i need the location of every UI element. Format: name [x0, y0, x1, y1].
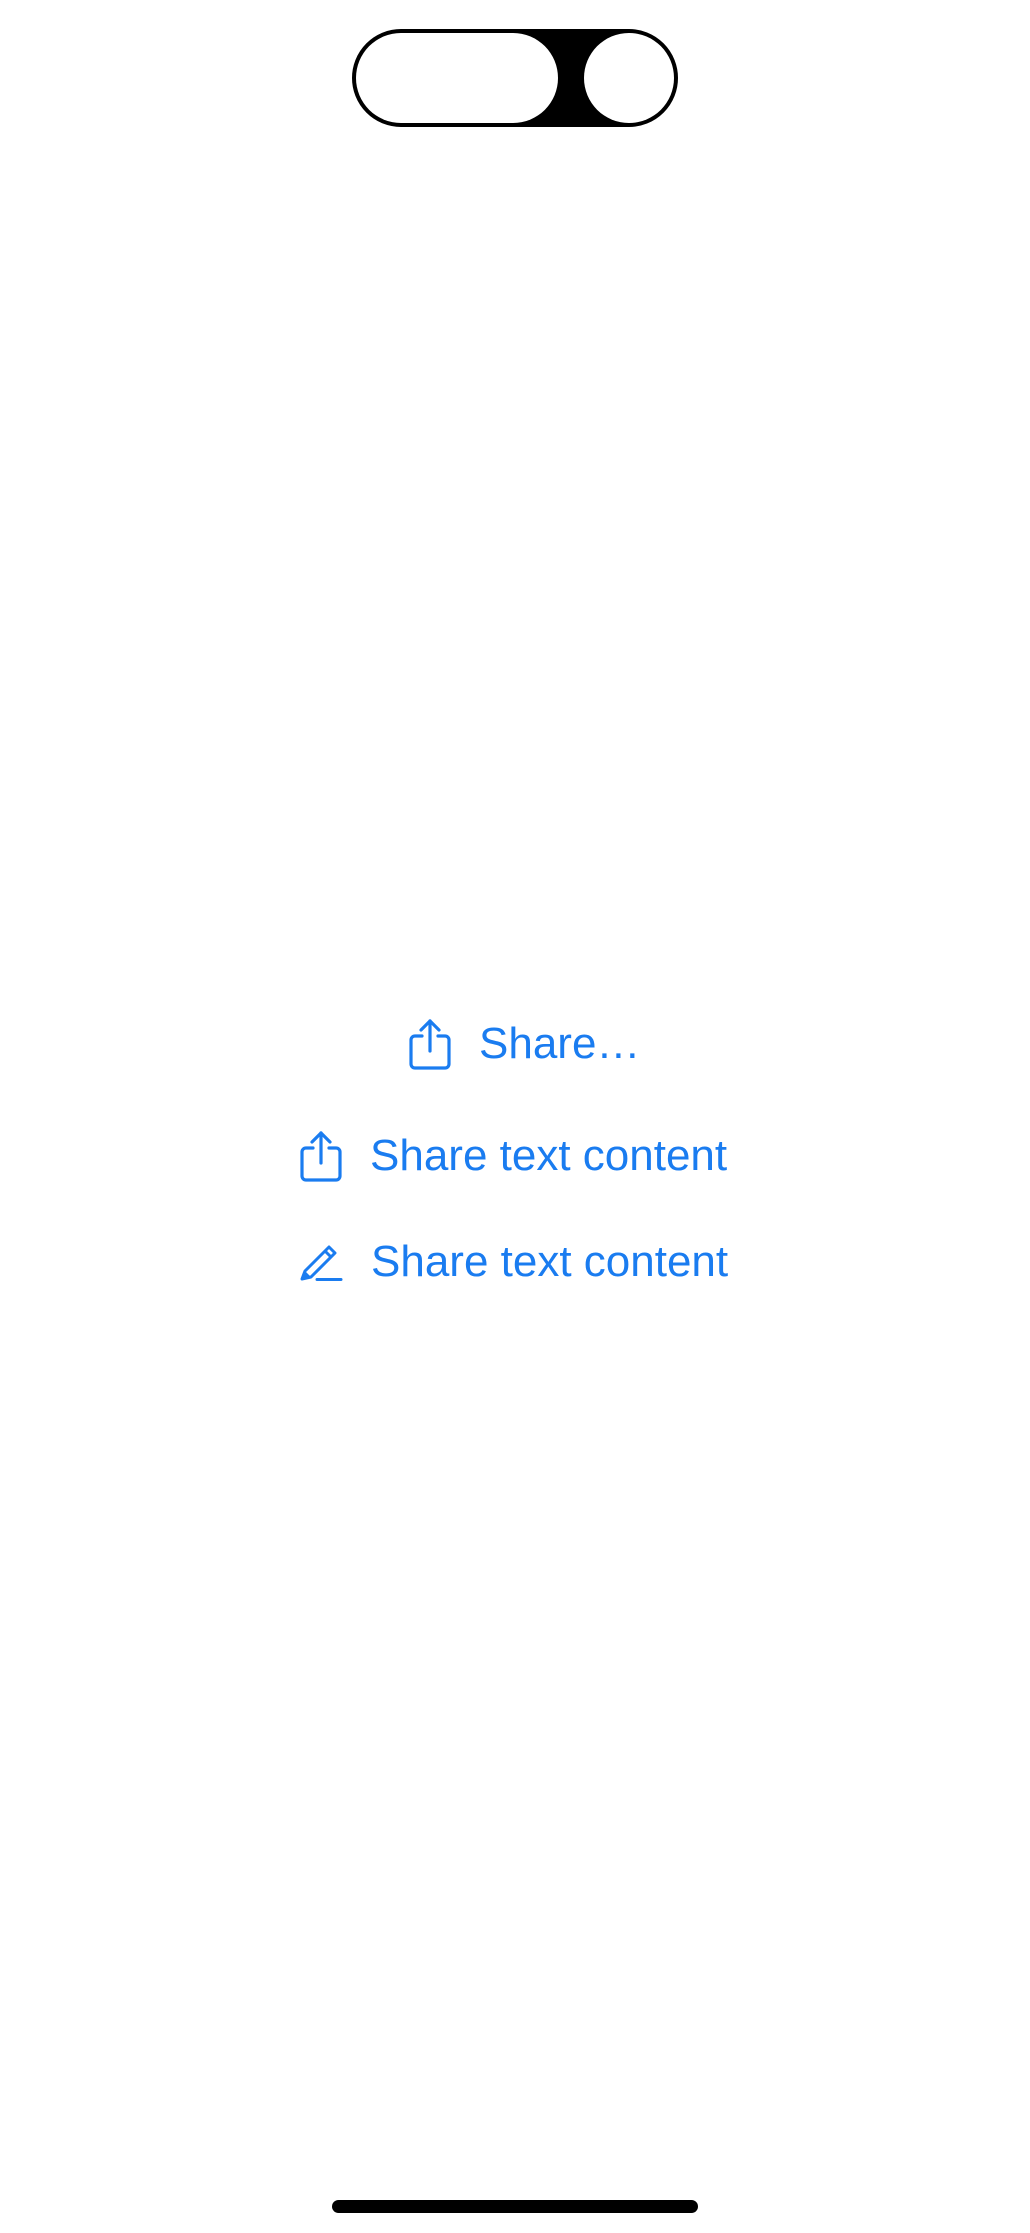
share-button[interactable]: Share… — [409, 1018, 640, 1070]
dynamic-island — [352, 29, 678, 127]
share-text-content-button[interactable]: Share text content — [300, 1130, 727, 1182]
share-icon — [409, 1018, 451, 1070]
share-text-content-label: Share text content — [370, 1131, 728, 1180]
share-button-label: Share… — [479, 1019, 641, 1068]
share-text-content-edit-button[interactable]: Share text content — [299, 1240, 728, 1284]
pencil-icon — [299, 1242, 343, 1282]
share-icon — [300, 1130, 342, 1182]
home-indicator[interactable] — [332, 2200, 698, 2213]
share-text-content-label: Share text content — [371, 1237, 729, 1286]
